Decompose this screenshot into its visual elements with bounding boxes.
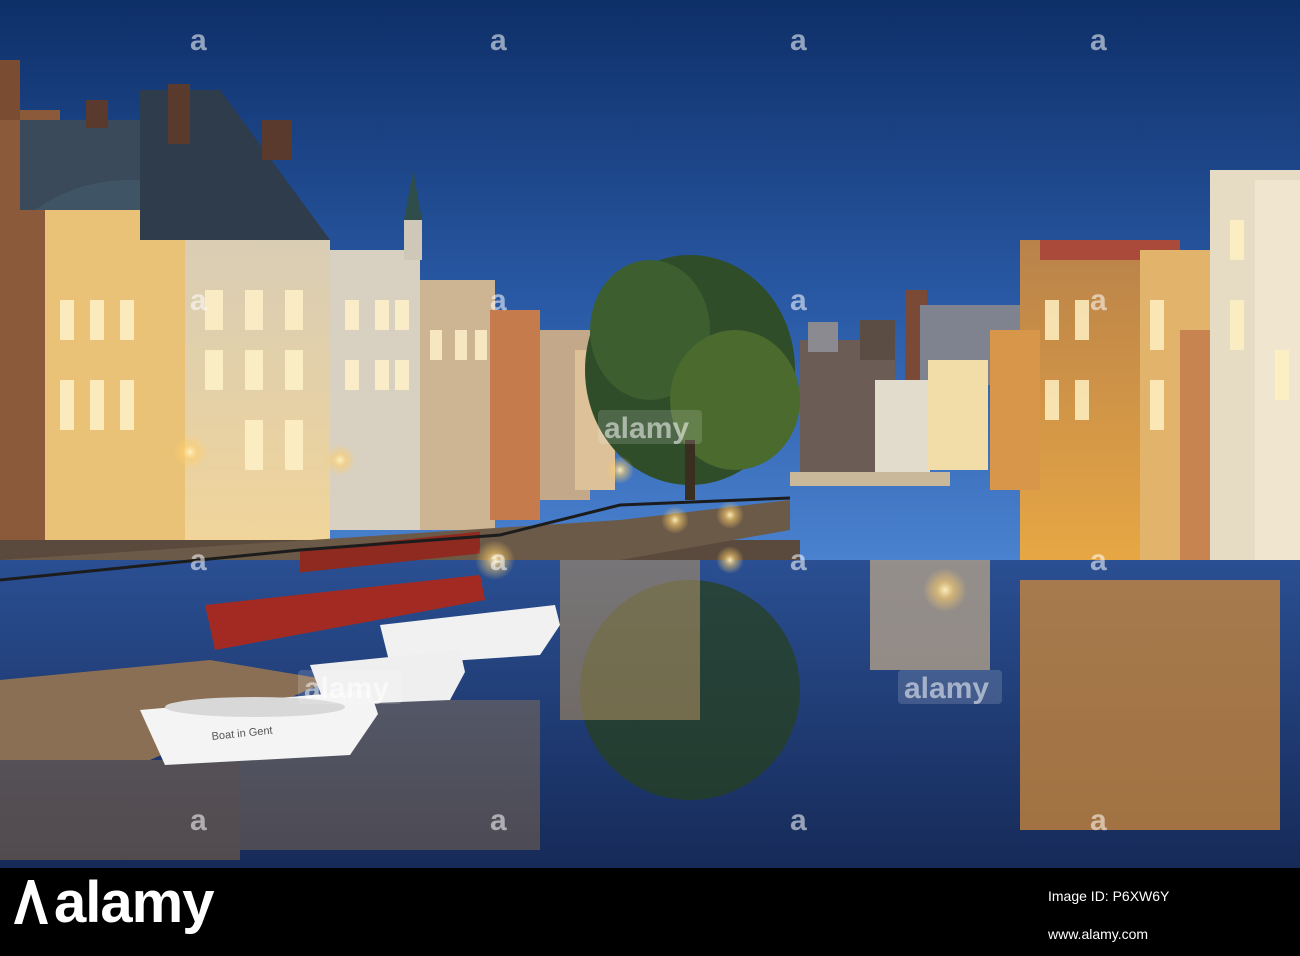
canal-night-photo: Boat in Gent a a a a a a a a a a a a a a… xyxy=(0,0,1300,868)
svg-text:a: a xyxy=(790,284,807,317)
svg-text:a: a xyxy=(190,544,207,577)
svg-text:a: a xyxy=(190,804,207,837)
svg-text:a: a xyxy=(790,804,807,837)
svg-text:alamy: alamy xyxy=(304,672,389,705)
svg-text:a: a xyxy=(1090,284,1107,317)
image-id: Image ID: P6XW6Y xyxy=(1048,888,1170,904)
svg-text:a: a xyxy=(490,284,507,317)
svg-text:a: a xyxy=(1090,804,1107,837)
alamy-logo-icon xyxy=(10,876,50,926)
bridge xyxy=(790,472,950,486)
svg-text:a: a xyxy=(1090,544,1107,577)
alamy-logo: alamy xyxy=(10,874,214,932)
svg-text:a: a xyxy=(190,24,207,57)
svg-text:a: a xyxy=(1090,24,1107,57)
svg-text:a: a xyxy=(190,284,207,317)
svg-text:a: a xyxy=(790,544,807,577)
svg-text:a: a xyxy=(490,804,507,837)
alamy-wordmark: alamy xyxy=(54,870,214,935)
svg-text:a: a xyxy=(790,24,807,57)
svg-text:a: a xyxy=(490,24,507,57)
svg-text:a: a xyxy=(490,544,507,577)
site-url: www.alamy.com xyxy=(1048,926,1149,942)
svg-text:alamy: alamy xyxy=(604,412,689,445)
photo-frame: Boat in Gent a a a a a a a a a a a a a a… xyxy=(0,0,1300,956)
svg-text:alamy: alamy xyxy=(904,672,989,705)
